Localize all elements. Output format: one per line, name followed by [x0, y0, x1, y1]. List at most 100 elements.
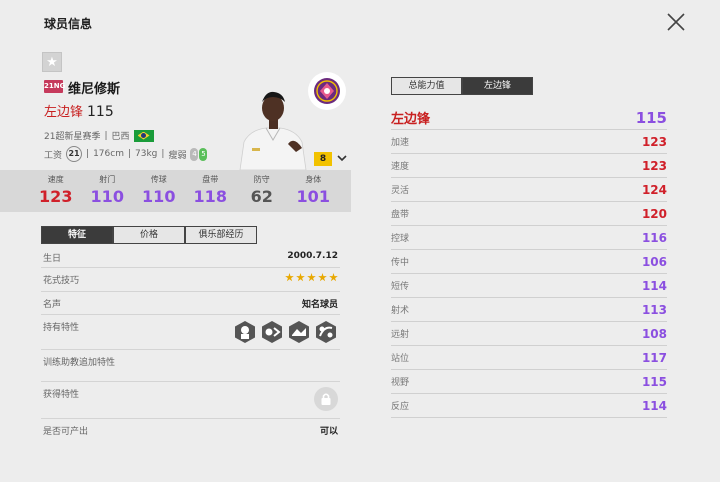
fame-label: 名声 — [43, 300, 62, 310]
stat-item: 射门 110 — [82, 170, 134, 212]
attribute-name: 站位 — [391, 354, 410, 364]
info-row-birthday: 生日 2000.7.12 — [41, 246, 340, 268]
tab-price[interactable]: 价格 — [113, 226, 185, 244]
skill-moves-label: 花式技巧 — [43, 276, 80, 286]
star-icon — [285, 273, 294, 282]
tab-club-history[interactable]: 俱乐部经历 — [185, 226, 257, 244]
attribute-name: 短传 — [391, 282, 410, 292]
season-badge: 21NG — [44, 80, 65, 93]
stat-value: 118 — [193, 187, 227, 206]
stat-item: 盘带 118 — [185, 170, 237, 212]
star-icon — [296, 273, 305, 282]
player-physical: 工资 21 | 176cm | 73kg | 瘦弱 4 5 — [44, 146, 208, 162]
player-name: 维尼修斯 — [68, 82, 121, 97]
stat-label: 盘带 — [202, 175, 219, 184]
stat-value: 123 — [39, 187, 73, 206]
club-logo-icon — [308, 72, 346, 110]
stat-summary-bar: 速度 123 射门 110 传球 110 盘带 118 防守 62 身体 101 — [0, 170, 351, 212]
attribute-name: 灵活 — [391, 186, 410, 196]
enhance-level-badge[interactable]: 8 — [314, 152, 332, 166]
attribute-value: 113 — [641, 302, 667, 317]
trait-icon[interactable] — [233, 320, 257, 344]
acquired-traits-label: 获得特性 — [43, 390, 80, 400]
tab-traits[interactable]: 特征 — [41, 226, 113, 244]
attribute-value: 114 — [641, 278, 667, 293]
info-row-skill-moves: 花式技巧 — [41, 268, 340, 292]
attribute-row: 射术 113 — [391, 298, 667, 322]
producible-value: 可以 — [319, 427, 338, 437]
attribute-value: 115 — [641, 374, 667, 389]
info-row-acquired-traits: 获得特性 — [41, 382, 340, 419]
attribute-name: 速度 — [391, 162, 410, 172]
tab-overall-ability[interactable]: 总能力值 — [391, 77, 462, 95]
stat-value: 110 — [90, 187, 124, 206]
body-type: 瘦弱 — [168, 150, 187, 161]
info-row-traits: 持有特性 — [41, 315, 340, 350]
attribute-row: 视野 115 — [391, 370, 667, 394]
fame-value: 知名球员 — [301, 300, 338, 310]
chevron-down-icon[interactable] — [336, 152, 348, 164]
wage-label: 工资 — [44, 150, 63, 161]
attribute-value: 116 — [641, 230, 667, 245]
attribute-row: 短传 114 — [391, 274, 667, 298]
brazil-flag-icon — [133, 129, 154, 142]
info-row-producible: 是否可产出 可以 — [41, 419, 340, 439]
season-name: 21超新星赛季 — [44, 132, 101, 142]
info-row-training-traits: 训练助教追加特性 — [41, 350, 340, 382]
stat-value: 62 — [250, 187, 273, 206]
birthday-value: 2000.7.12 — [287, 251, 338, 261]
trait-icon[interactable] — [314, 320, 338, 344]
close-icon[interactable] — [664, 10, 688, 34]
position-rating-value: 115 — [635, 108, 667, 127]
favorite-star-icon[interactable]: ★ — [42, 52, 62, 72]
attribute-value: 117 — [641, 350, 667, 365]
tab-position-lw[interactable]: 左边锋 — [462, 77, 533, 95]
attribute-row: 反应 114 — [391, 394, 667, 418]
attribute-name: 射术 — [391, 306, 410, 316]
birthday-label: 生日 — [43, 254, 62, 264]
stat-item: 传球 110 — [133, 170, 185, 212]
info-tabs: 特征 价格 俱乐部经历 — [41, 226, 257, 244]
attribute-name: 加速 — [391, 138, 410, 148]
stat-value: 110 — [142, 187, 176, 206]
training-traits-label: 训练助教追加特性 — [43, 358, 116, 368]
nation-name: 巴西 — [111, 132, 130, 142]
stat-value: 101 — [296, 187, 330, 206]
stat-label: 身体 — [305, 175, 322, 184]
attribute-list: 左边锋 115 加速 123 速度 123 灵活 124 盘带 120 控球 116 传中… — [391, 106, 667, 418]
position-rating-row: 左边锋 115 — [391, 106, 667, 130]
info-table: 生日 2000.7.12 花式技巧 名声 知名球员 持有特性 训练助教追加特性 … — [41, 246, 340, 439]
lock-icon — [314, 387, 338, 411]
attribute-row: 速度 123 — [391, 154, 667, 178]
page-title: 球员信息 — [44, 17, 93, 31]
wage-badge: 21 — [66, 146, 83, 162]
attribute-row: 远射 108 — [391, 322, 667, 346]
attribute-name: 反应 — [391, 402, 410, 412]
foot-icon: 4 5 — [190, 147, 208, 161]
attribute-name: 传中 — [391, 258, 410, 268]
attribute-row: 控球 116 — [391, 226, 667, 250]
star-icon — [329, 273, 338, 282]
weight: 73kg — [135, 149, 158, 159]
trait-icon[interactable] — [287, 320, 311, 344]
height: 176cm — [93, 149, 124, 159]
rating-tabs: 总能力值 左边锋 — [391, 77, 533, 95]
attribute-row: 加速 123 — [391, 130, 667, 154]
attribute-row: 传中 106 — [391, 250, 667, 274]
stat-label: 防守 — [253, 175, 270, 184]
player-position: 左边锋 — [44, 105, 84, 120]
attribute-value: 106 — [641, 254, 667, 269]
attribute-name: 远射 — [391, 330, 410, 340]
weak-foot-value: 4 — [190, 147, 199, 161]
traits-label: 持有特性 — [43, 323, 80, 333]
trait-icon[interactable] — [260, 320, 284, 344]
skill-stars — [285, 273, 338, 282]
stat-label: 传球 — [150, 175, 167, 184]
attribute-value: 123 — [641, 158, 667, 173]
attribute-value: 114 — [641, 398, 667, 413]
stat-item: 速度 123 — [30, 170, 82, 212]
stat-item: 身体 101 — [288, 170, 340, 212]
attribute-value: 124 — [641, 182, 667, 197]
trait-icons — [233, 320, 338, 344]
position-rating-name: 左边锋 — [391, 112, 431, 127]
